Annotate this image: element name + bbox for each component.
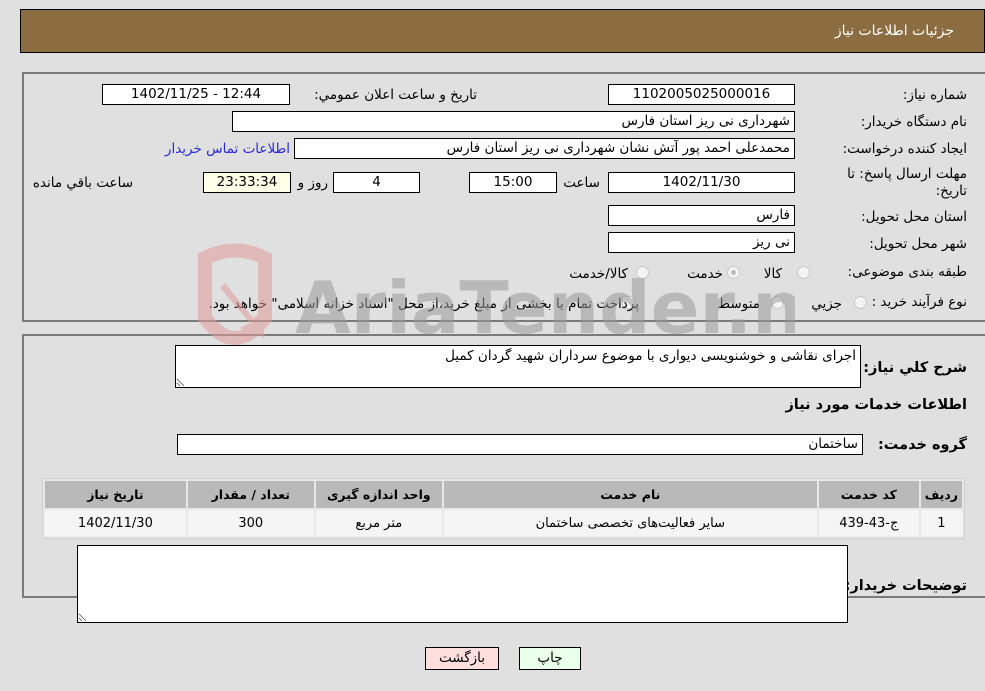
requester-label: ایجاد کننده درخواست: [842,141,967,157]
deadline-time-field[interactable]: 15:00 [469,172,557,193]
remaining-time-field: 23:33:34 [203,172,291,193]
remaining-time-label: ساعت باقي مانده [32,175,133,191]
purchase-medium-label: متوسط [717,296,760,312]
category-label: طبقه بندی موضوعی: [847,264,967,280]
purchase-minor-radio[interactable] [854,296,867,309]
announce-datetime-field[interactable]: 1402/11/25 - 12:44 [102,84,290,105]
buyer-notes-label: توضیحات خریدار: [844,578,967,594]
need-number-field[interactable]: 1102005025000016 [608,84,795,105]
services-section-title: اطلاعات خدمات مورد نیاز [785,397,967,413]
purchase-minor-label: جزیي [811,296,842,312]
col-service-code: کد خدمت [818,481,919,508]
col-row-number: ردیف [920,481,962,508]
need-details-panel: شرح كلي نياز: اجرای نقاشی و خوشنویسی دیو… [22,334,985,623]
buyer-contact-link[interactable]: اطلاعات تماس خریدار [165,141,290,157]
cell-quantity: 300 [187,510,314,536]
purchase-medium-radio[interactable] [771,296,784,309]
col-need-date: تاریخ نیاز [45,481,186,508]
category-goods-label: کالا [763,266,782,282]
need-info-panel: شماره نیاز: 1102005025000016 تاریخ و ساع… [22,72,985,322]
buyer-org-field[interactable]: شهرداری نی ریز استان فارس [232,111,795,132]
deadline-label: مهلت ارسال پاسخ: تا تاریخ: [847,166,967,199]
service-group-label: گروه خدمت: [877,437,967,453]
services-table: ردیف کد خدمت نام خدمت واحد اندازه گیری ت… [42,478,965,539]
table-row: 1 ج-43-439 سایر فعالیت‌های تخصصی ساختمان… [45,510,962,536]
category-goods-service-radio[interactable] [636,266,649,279]
deadline-time-label: ساعت [563,175,600,191]
purchase-type-label: نوع فرآیند خرید : [871,294,967,310]
col-quantity: تعداد / مقدار [187,481,314,508]
category-service-label: خدمت [687,266,723,282]
buyer-notes-textarea[interactable] [77,545,848,623]
remaining-days-field[interactable]: 4 [333,172,420,193]
cell-row-number: 1 [920,510,962,536]
page-header: جزئیات اطلاعات نیاز [20,9,985,53]
cell-service-code: ج-43-439 [818,510,919,536]
category-goods-radio[interactable] [797,266,810,279]
deadline-date-field[interactable]: 1402/11/30 [608,172,795,193]
service-group-field[interactable]: ساختمان [177,434,863,455]
delivery-city-field[interactable]: نی ریز [608,232,795,253]
delivery-city-label: شهر محل تحویل: [869,236,967,252]
requester-field[interactable]: محمدعلی احمد پور آتش نشان شهرداری نی ریز… [294,138,795,159]
delivery-province-field[interactable]: فارس [608,205,795,226]
treasury-note: پرداخت تمام یا بخشی از مبلغ خرید،از محل … [208,296,639,312]
cell-service-name: سایر فعالیت‌های تخصصی ساختمان [443,510,817,536]
col-unit: واحد اندازه گیری [315,481,442,508]
print-button[interactable]: چاپ [519,647,581,670]
services-table-header: ردیف کد خدمت نام خدمت واحد اندازه گیری ت… [45,481,962,508]
back-button[interactable]: بازگشت [425,647,499,670]
col-service-name: نام خدمت [443,481,817,508]
cell-need-date: 1402/11/30 [45,510,186,536]
category-service-radio[interactable] [727,266,740,279]
category-goods-service-label: کالا/خدمت [569,266,628,282]
delivery-province-label: استان محل تحویل: [861,209,967,225]
need-number-label: شماره نیاز: [902,87,967,103]
buyer-org-label: نام دستگاه خریدار: [860,114,967,130]
description-textarea[interactable]: اجرای نقاشی و خوشنویسی دیواری با موضوع س… [175,345,861,388]
description-label: شرح كلي نياز: [863,360,967,376]
page-title: جزئیات اطلاعات نیاز [834,23,954,39]
days-label: روز و [297,175,328,191]
announce-datetime-label: تاریخ و ساعت اعلان عمومي: [314,87,477,103]
cell-unit: متر مربع [315,510,442,536]
